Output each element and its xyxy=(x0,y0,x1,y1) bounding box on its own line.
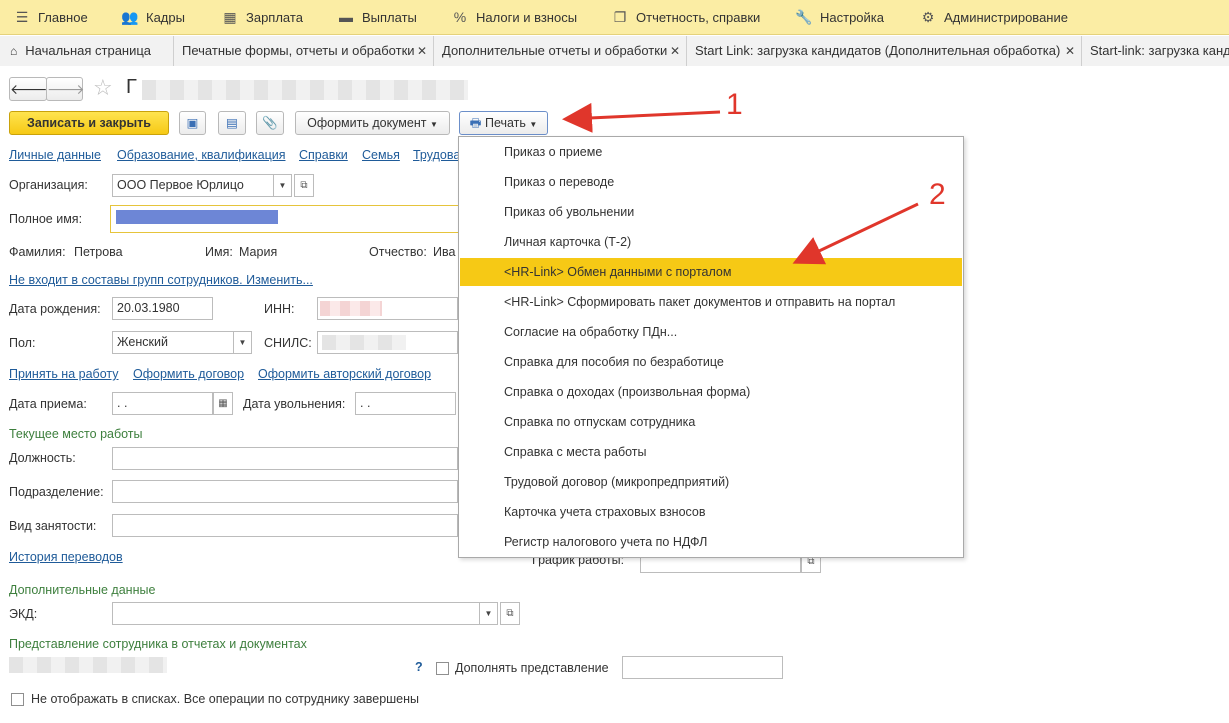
arrow-to-hr-link-item xyxy=(792,202,919,265)
annotation-number-1: 1 xyxy=(726,88,743,121)
annotation-arrows xyxy=(562,102,919,265)
arrow-to-print-button xyxy=(562,102,721,133)
annotation-number-2: 2 xyxy=(929,178,946,211)
